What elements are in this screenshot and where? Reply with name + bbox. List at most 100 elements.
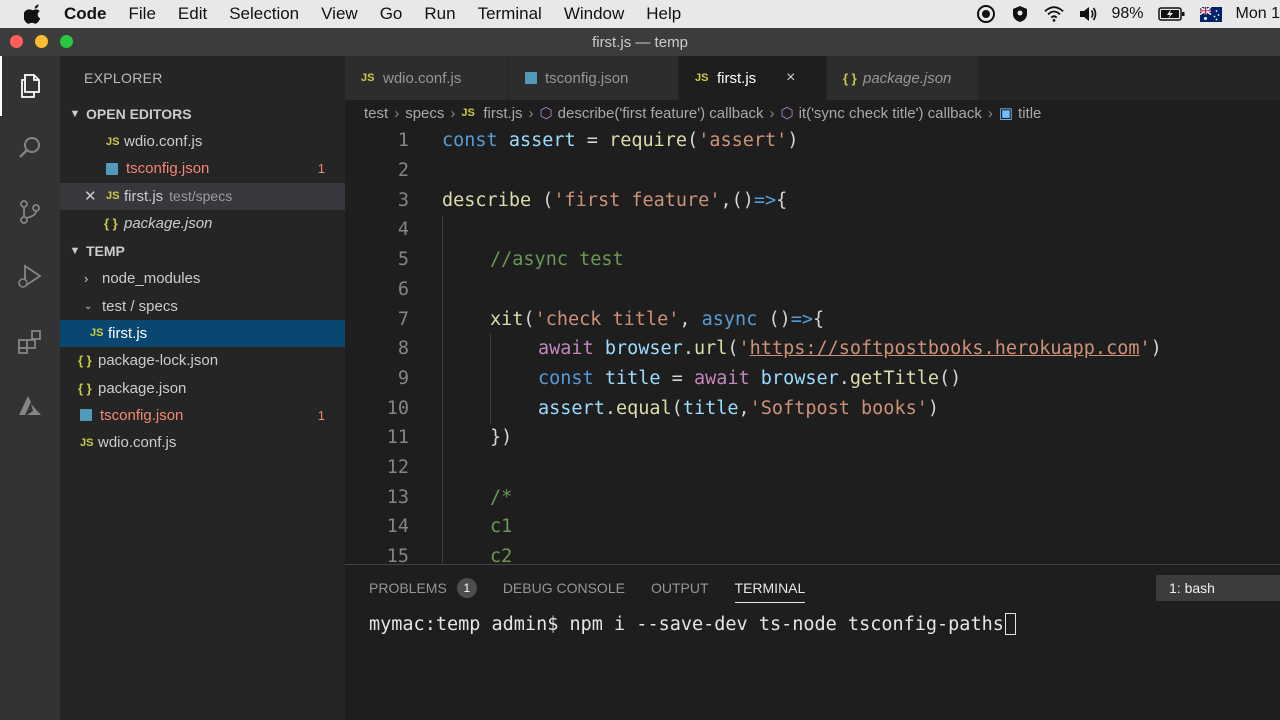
explorer-sidebar: EXPLORER ▼ OPEN EDITORS JS wdio.conf.js …	[60, 56, 345, 720]
breadcrumb-item[interactable]: first.js	[483, 105, 522, 122]
menu-help[interactable]: Help	[646, 4, 681, 24]
menu-terminal[interactable]: Terminal	[478, 4, 542, 24]
menu-file[interactable]: File	[129, 4, 156, 24]
problem-count-badge: 1	[317, 407, 325, 423]
tab-package-json[interactable]: { } package.json	[827, 56, 979, 100]
extensions-activity[interactable]	[0, 312, 60, 372]
menu-edit[interactable]: Edit	[178, 4, 207, 24]
json-file-icon: { }	[104, 216, 118, 232]
source-control-activity[interactable]	[0, 182, 60, 242]
close-icon[interactable]: ×	[786, 69, 795, 87]
tab-problems[interactable]: PROBLEMS 1	[369, 565, 477, 611]
tree-item-tsconfig[interactable]: tsconfig.json 1	[60, 402, 345, 429]
terminal-shell-select[interactable]: 1: bash	[1156, 575, 1280, 601]
menu-window[interactable]: Window	[564, 4, 624, 24]
menubar-status-area: 98% Mon 1	[976, 0, 1280, 28]
code-line: 11 })	[345, 423, 1280, 453]
code-line: 14 c1	[345, 512, 1280, 542]
breadcrumb-item[interactable]: describe('first feature') callback	[558, 105, 764, 122]
menu-selection[interactable]: Selection	[229, 4, 299, 24]
run-debug-activity[interactable]	[0, 246, 60, 306]
menu-run[interactable]: Run	[424, 4, 455, 24]
tree-item-node-modules[interactable]: › node_modules	[60, 265, 345, 292]
tree-item-wdio[interactable]: JS wdio.conf.js	[60, 429, 345, 456]
menu-view[interactable]: View	[321, 4, 358, 24]
window-title: first.js — temp	[592, 33, 688, 51]
open-editor-item-tsconfig[interactable]: tsconfig.json 1	[60, 155, 345, 182]
chevron-right-icon: ›	[394, 104, 400, 122]
code-line: 4	[345, 215, 1280, 245]
line-number: 14	[386, 516, 409, 538]
breadcrumb-item[interactable]: specs	[405, 105, 444, 122]
symbol-method-icon: ⬡	[780, 105, 794, 122]
line-number: 10	[386, 397, 409, 419]
tab-label: package.json	[863, 69, 952, 87]
code-text: xit('check title', async ()=>{	[490, 308, 825, 330]
maximize-window-button[interactable]	[60, 35, 73, 48]
line-number: 11	[386, 427, 409, 449]
tab-label: PROBLEMS	[369, 580, 447, 596]
activity-bar	[0, 56, 60, 720]
battery-icon[interactable]	[1157, 5, 1186, 23]
line-number: 15	[386, 546, 409, 564]
screen-record-icon[interactable]	[976, 5, 996, 23]
menu-app-name[interactable]: Code	[64, 4, 107, 24]
open-editors-label: OPEN EDITORS	[86, 106, 192, 122]
tree-item-first-js[interactable]: JS first.js	[60, 319, 345, 348]
tab-label: OUTPUT	[650, 580, 709, 596]
problems-count-badge: 1	[456, 578, 477, 598]
open-editor-item-wdio[interactable]: JS wdio.conf.js	[60, 128, 345, 155]
tree-item-label: node_modules	[102, 270, 201, 288]
australia-flag-icon[interactable]	[1199, 6, 1222, 22]
window-controls	[10, 35, 85, 48]
search-activity[interactable]	[0, 118, 60, 178]
problem-count-badge: 1	[317, 161, 325, 177]
breadcrumb-item[interactable]: test	[364, 105, 388, 122]
tab-tsconfig[interactable]: tsconfig.json	[509, 56, 679, 100]
code-editor[interactable]: 1 const assert = require('assert') 2 3 d…	[345, 126, 1280, 564]
tab-terminal[interactable]: TERMINAL	[734, 565, 806, 611]
menubar-clock[interactable]: Mon 1	[1236, 5, 1280, 23]
code-line: 2	[345, 156, 1280, 186]
open-editor-item-package[interactable]: { } package.json	[60, 210, 345, 237]
editor-tabs: JS wdio.conf.js tsconfig.json JS first.j…	[345, 56, 1280, 100]
close-icon[interactable]: ✕	[84, 187, 106, 205]
minimize-window-button[interactable]	[35, 35, 48, 48]
tab-debug-console[interactable]: DEBUG CONSOLE	[503, 565, 625, 611]
tree-item-label: first.js	[108, 324, 148, 342]
explorer-activity[interactable]	[0, 56, 60, 116]
menu-go[interactable]: Go	[380, 4, 403, 24]
volume-icon[interactable]	[1078, 5, 1098, 23]
open-editor-item-first[interactable]: ✕ JS first.js test/specs	[60, 182, 345, 210]
tree-item-package-json[interactable]: { } package.json	[60, 374, 345, 401]
breadcrumb-item[interactable]: it('sync check title') callback	[799, 105, 982, 122]
ts-file-icon	[525, 72, 537, 84]
chevron-right-icon: ›	[769, 104, 775, 122]
js-file-icon: JS	[361, 72, 375, 84]
code-line: 15 c2	[345, 542, 1280, 564]
breadcrumb-item[interactable]: title	[1018, 105, 1041, 122]
ts-file-icon	[106, 162, 118, 175]
panel-tabs: PROBLEMS 1 DEBUG CONSOLE OUTPUT TERMINAL…	[345, 565, 1280, 611]
tab-label: TERMINAL	[734, 580, 806, 596]
terminal-cursor	[1004, 613, 1016, 635]
vpn-shield-icon[interactable]	[1010, 5, 1030, 23]
tree-item-test-specs[interactable]: ⌄ test / specs	[60, 292, 345, 319]
line-number: 8	[397, 338, 409, 360]
folder-section[interactable]: ▼ TEMP	[60, 237, 345, 265]
tab-first-js[interactable]: JS first.js ×	[679, 56, 827, 100]
azure-activity[interactable]	[0, 376, 60, 436]
close-window-button[interactable]	[10, 35, 23, 48]
line-number: 2	[397, 160, 409, 182]
tree-item-package-lock[interactable]: { } package-lock.json	[60, 347, 345, 374]
wifi-icon[interactable]	[1043, 5, 1064, 23]
open-editors-section[interactable]: ▼ OPEN EDITORS	[60, 100, 345, 128]
line-number: 3	[397, 189, 409, 211]
js-file-icon: JS	[80, 436, 94, 449]
tab-wdio-conf[interactable]: JS wdio.conf.js	[345, 56, 509, 100]
apple-logo-icon[interactable]	[24, 4, 44, 24]
code-line: 5 //async test	[345, 245, 1280, 275]
terminal-output[interactable]: mymac:temp admin$ npm i --save-dev ts-no…	[345, 613, 1280, 635]
line-number: 9	[397, 367, 409, 389]
tab-output[interactable]: OUTPUT	[651, 565, 709, 611]
